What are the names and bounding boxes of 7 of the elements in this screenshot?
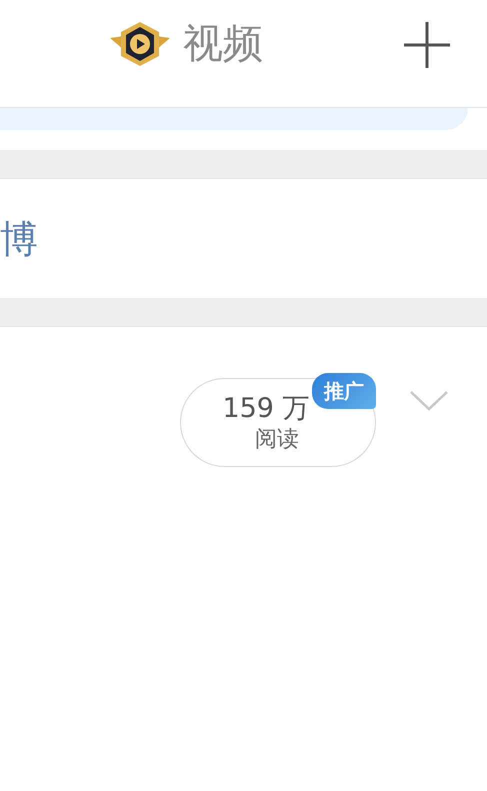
- section-label[interactable]: 博: [0, 214, 38, 262]
- read-count: 159 万: [222, 392, 310, 426]
- read-label: 阅读: [255, 426, 299, 454]
- page-title: 视频: [183, 20, 263, 69]
- video-badge-icon: [108, 20, 172, 68]
- promoted-badge: 推广: [312, 373, 376, 409]
- add-icon[interactable]: [404, 22, 450, 68]
